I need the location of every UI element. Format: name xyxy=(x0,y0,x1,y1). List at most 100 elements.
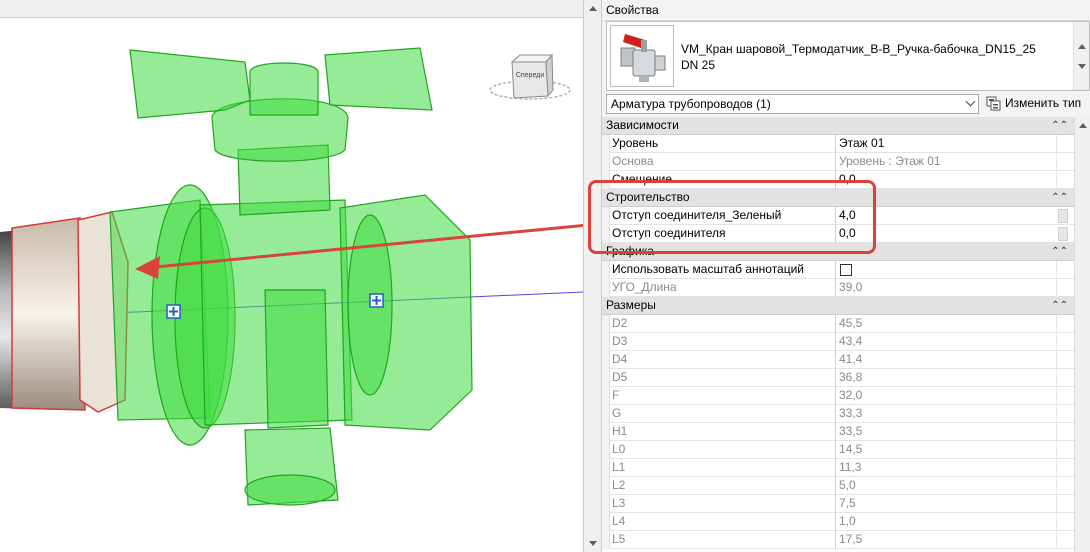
associate-parameter-button[interactable] xyxy=(1058,209,1068,223)
property-row[interactable]: F 32,0 xyxy=(602,387,1074,405)
pipe-sleeve[interactable] xyxy=(11,217,86,411)
section-label: Зависимости xyxy=(606,118,679,132)
property-row[interactable]: D2 45,5 xyxy=(602,315,1074,333)
collapse-icon[interactable]: ⌃⌃ xyxy=(1051,297,1068,314)
row-gutter xyxy=(602,333,610,351)
property-value[interactable]: 0,0 xyxy=(839,225,856,243)
scroll-down-icon[interactable] xyxy=(589,541,597,546)
collapse-icon[interactable]: ⌃⌃ xyxy=(1051,243,1068,260)
edit-type-button[interactable]: Изменить тип xyxy=(983,94,1090,114)
property-value: 11,3 xyxy=(839,460,862,474)
scroll-up-icon[interactable] xyxy=(589,6,597,11)
property-row[interactable]: Отступ соединителя_Зеленый 4,0 xyxy=(602,207,1074,225)
property-row[interactable]: Смещение 0,0 xyxy=(602,171,1074,189)
section-dimensions[interactable]: Размеры ⌃⌃ xyxy=(602,297,1074,315)
property-row[interactable]: D3 43,4 xyxy=(602,333,1074,351)
row-end-line xyxy=(1056,333,1057,351)
edit-type-icon xyxy=(986,96,1001,111)
property-row[interactable]: УГО_Длина 39,0 xyxy=(602,279,1074,297)
scroll-up-icon[interactable] xyxy=(1079,123,1087,128)
column-divider xyxy=(835,477,836,495)
viewcube-face-label[interactable]: Спереди xyxy=(513,72,547,79)
property-value: 45,5 xyxy=(839,316,863,330)
property-value: 5,0 xyxy=(839,478,856,492)
row-gutter xyxy=(602,153,610,171)
properties-scrollbar[interactable] xyxy=(1074,117,1090,552)
row-end-line xyxy=(1056,135,1057,153)
column-divider xyxy=(835,495,836,513)
column-divider xyxy=(835,459,836,477)
property-row[interactable]: G 33,3 xyxy=(602,405,1074,423)
ball-valve-model[interactable] xyxy=(109,47,473,506)
property-row[interactable]: Отступ соединителя 0,0 xyxy=(602,225,1074,243)
property-name: L2 xyxy=(612,478,626,492)
section-label: Строительство xyxy=(606,190,690,204)
property-name: Уровень xyxy=(612,136,659,150)
column-divider xyxy=(835,387,836,405)
property-name: Основа xyxy=(612,154,654,168)
property-name: D3 xyxy=(612,334,628,348)
property-name: L1 xyxy=(612,460,626,474)
collapse-icon[interactable]: ⌃⌃ xyxy=(1051,117,1068,134)
edit-type-label: Изменить тип xyxy=(1005,96,1082,110)
viewport-scrollbar[interactable] xyxy=(583,0,602,552)
property-row[interactable]: L3 7,5 xyxy=(602,495,1074,513)
property-value: 36,8 xyxy=(839,370,863,384)
section-construction[interactable]: Строительство ⌃⌃ xyxy=(602,189,1074,207)
row-end-line xyxy=(1056,369,1057,387)
instance-filter-dropdown[interactable]: Арматура трубопроводов (1) xyxy=(606,94,979,114)
row-end-line xyxy=(1056,279,1057,297)
property-row[interactable]: L5 17,5 xyxy=(602,531,1074,549)
property-name: Использовать масштаб аннотаций xyxy=(612,262,805,276)
properties-title: Свойства xyxy=(602,0,1090,21)
section-label: Размеры xyxy=(606,298,656,312)
property-name: F xyxy=(612,388,620,402)
row-end-line xyxy=(1056,459,1057,477)
section-graphics[interactable]: Графика ⌃⌃ xyxy=(602,243,1074,261)
model-view[interactable] xyxy=(0,0,583,552)
row-gutter xyxy=(602,531,610,549)
family-thumbnail xyxy=(610,25,674,87)
type-selector[interactable]: VM_Кран шаровой_Термодатчик_В-В_Ручка-ба… xyxy=(606,21,1090,91)
chevron-down-icon[interactable] xyxy=(965,96,976,107)
property-row[interactable]: L1 11,3 xyxy=(602,459,1074,477)
column-divider xyxy=(835,153,836,171)
row-end-line xyxy=(1056,387,1057,405)
property-value[interactable]: Этаж 01 xyxy=(839,135,884,153)
property-value[interactable]: 4,0 xyxy=(839,207,856,225)
column-divider xyxy=(835,423,836,441)
property-value: 7,5 xyxy=(839,496,856,510)
property-row[interactable]: Основа Уровень : Этаж 01 xyxy=(602,153,1074,171)
property-row[interactable]: L2 5,0 xyxy=(602,477,1074,495)
property-row[interactable]: L4 1,0 xyxy=(602,513,1074,531)
associate-parameter-button[interactable] xyxy=(1058,227,1068,241)
type-scrollbar[interactable] xyxy=(1073,22,1089,90)
property-value: 32,0 xyxy=(839,388,863,402)
column-divider xyxy=(835,225,836,243)
property-row[interactable]: L0 14,5 xyxy=(602,441,1074,459)
scroll-up-icon[interactable] xyxy=(1078,44,1086,49)
property-row[interactable]: D5 36,8 xyxy=(602,369,1074,387)
section-constraints[interactable]: Зависимости ⌃⌃ xyxy=(602,117,1074,135)
row-end-line xyxy=(1056,153,1057,171)
property-row[interactable]: D4 41,4 xyxy=(602,351,1074,369)
row-gutter xyxy=(602,225,610,243)
section-label: Графика xyxy=(606,244,654,258)
collapse-icon[interactable]: ⌃⌃ xyxy=(1051,189,1068,206)
property-row[interactable]: H1 33,5 xyxy=(602,423,1074,441)
scroll-down-icon[interactable] xyxy=(1078,64,1086,69)
connector-marker-left[interactable] xyxy=(166,304,181,319)
property-value: 14,5 xyxy=(839,442,863,456)
property-value: 33,3 xyxy=(839,406,863,420)
connector-marker-right[interactable] xyxy=(369,293,384,308)
annotation-scale-checkbox[interactable] xyxy=(840,264,852,276)
properties-grid[interactable]: Зависимости ⌃⌃ Уровень Этаж 01 Основа Ур… xyxy=(602,117,1074,552)
property-value[interactable]: 0,0 xyxy=(839,171,856,189)
column-divider xyxy=(835,405,836,423)
property-row[interactable]: Использовать масштаб аннотаций xyxy=(602,261,1074,279)
row-end-line xyxy=(1056,477,1057,495)
row-gutter xyxy=(602,441,610,459)
property-row[interactable]: Уровень Этаж 01 xyxy=(602,135,1074,153)
3d-viewport[interactable]: Спереди xyxy=(0,0,583,552)
properties-palette: Свойства VM_Кран шаровой_Термодатчик_В-В… xyxy=(602,0,1090,552)
